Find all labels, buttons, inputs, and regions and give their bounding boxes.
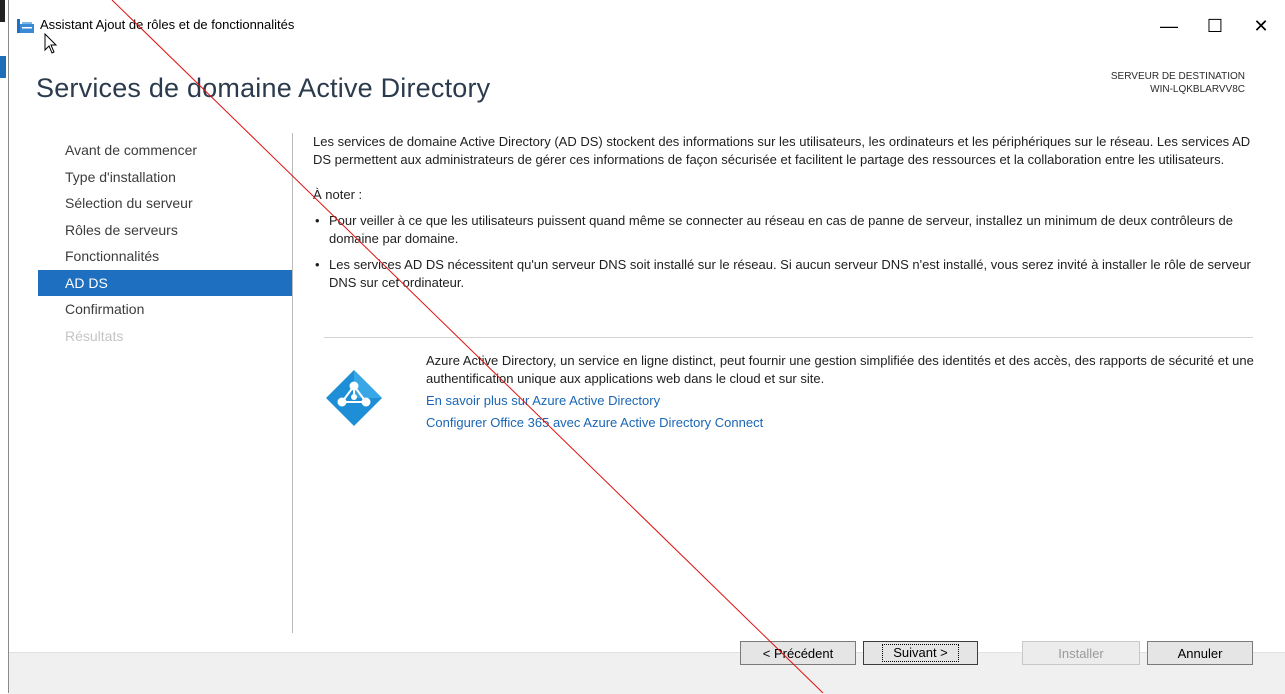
list-item: • Les services AD DS nécessitent qu'un se… [313, 256, 1253, 292]
destination-server-info: SERVEUR DE DESTINATION WIN-LQKBLARVV8C [1111, 70, 1245, 96]
configure-office365-link[interactable]: Configurer Office 365 avec Azure Active … [426, 414, 1256, 432]
window-title: Assistant Ajout de rôles et de fonctionn… [40, 17, 295, 32]
nav-item-installation-type[interactable]: Type d'installation [38, 164, 292, 191]
background-window-fragment [0, 56, 6, 78]
nav-item-features[interactable]: Fonctionnalités [38, 243, 292, 270]
note-title: À noter : [313, 187, 363, 202]
learn-azure-ad-link[interactable]: En savoir plus sur Azure Active Director… [426, 392, 1256, 410]
background-window-fragment [0, 0, 5, 22]
azure-description: Azure Active Directory, un service en li… [426, 353, 1254, 386]
bullet-icon: • [315, 213, 320, 228]
azure-info: Azure Active Directory, un service en li… [426, 352, 1256, 432]
note-text: Les services AD DS nécessitent qu'un ser… [329, 257, 1251, 290]
cancel-button[interactable]: Annuler [1147, 641, 1253, 665]
server-manager-icon [17, 19, 35, 33]
close-button[interactable]: ✕ [1238, 10, 1284, 42]
previous-button-label: < Précédent [762, 645, 834, 661]
nav-item-before-you-begin[interactable]: Avant de commencer [38, 137, 292, 164]
nav-item-ad-ds[interactable]: AD DS [38, 269, 292, 296]
maximize-button[interactable]: ☐ [1192, 10, 1238, 42]
azure-active-directory-icon [324, 368, 384, 428]
background-window-edge [0, 0, 9, 693]
nav-item-confirmation[interactable]: Confirmation [38, 296, 292, 323]
nav-item-results: Résultats [65, 327, 124, 344]
page-title: Services de domaine Active Directory [36, 73, 491, 103]
bullet-icon: • [315, 257, 320, 272]
previous-button[interactable]: < Précédent [740, 641, 856, 665]
destination-label: SERVEUR DE DESTINATION [1110, 71, 1245, 82]
section-divider [324, 337, 1253, 338]
nav-divider [292, 133, 293, 633]
list-item: • Pour veiller à ce que les utilisateurs … [313, 212, 1253, 248]
title-bar[interactable]: Assistant Ajout de rôles et de fonctionn… [9, 0, 1285, 44]
destination-server-name: WIN-LQKBLARVV8C [1150, 84, 1245, 95]
note-list: • Pour veiller à ce que les utilisateurs … [313, 212, 1253, 292]
nav-item-server-roles[interactable]: Rôles de serveurs [38, 217, 292, 244]
mouse-cursor-icon [44, 33, 58, 54]
cancel-button-label: Annuler [1177, 645, 1223, 661]
content-panel: Les services de domaine Active Directory… [313, 133, 1253, 300]
note-text: Pour veiller à ce que les utilisateurs p… [329, 213, 1234, 246]
install-button-label: Installer [1058, 645, 1104, 661]
nav-item-server-selection[interactable]: Sélection du serveur [38, 190, 292, 217]
install-button: Installer [1022, 641, 1140, 665]
wizard-nav: Avant de commencer Type d'installation S… [38, 137, 292, 349]
minimize-button[interactable]: — [1146, 10, 1192, 42]
next-button[interactable]: Suivant > [863, 641, 978, 665]
intro-text: Les services de domaine Active Directory… [313, 134, 1251, 167]
next-button-label: Suivant > [882, 644, 959, 662]
